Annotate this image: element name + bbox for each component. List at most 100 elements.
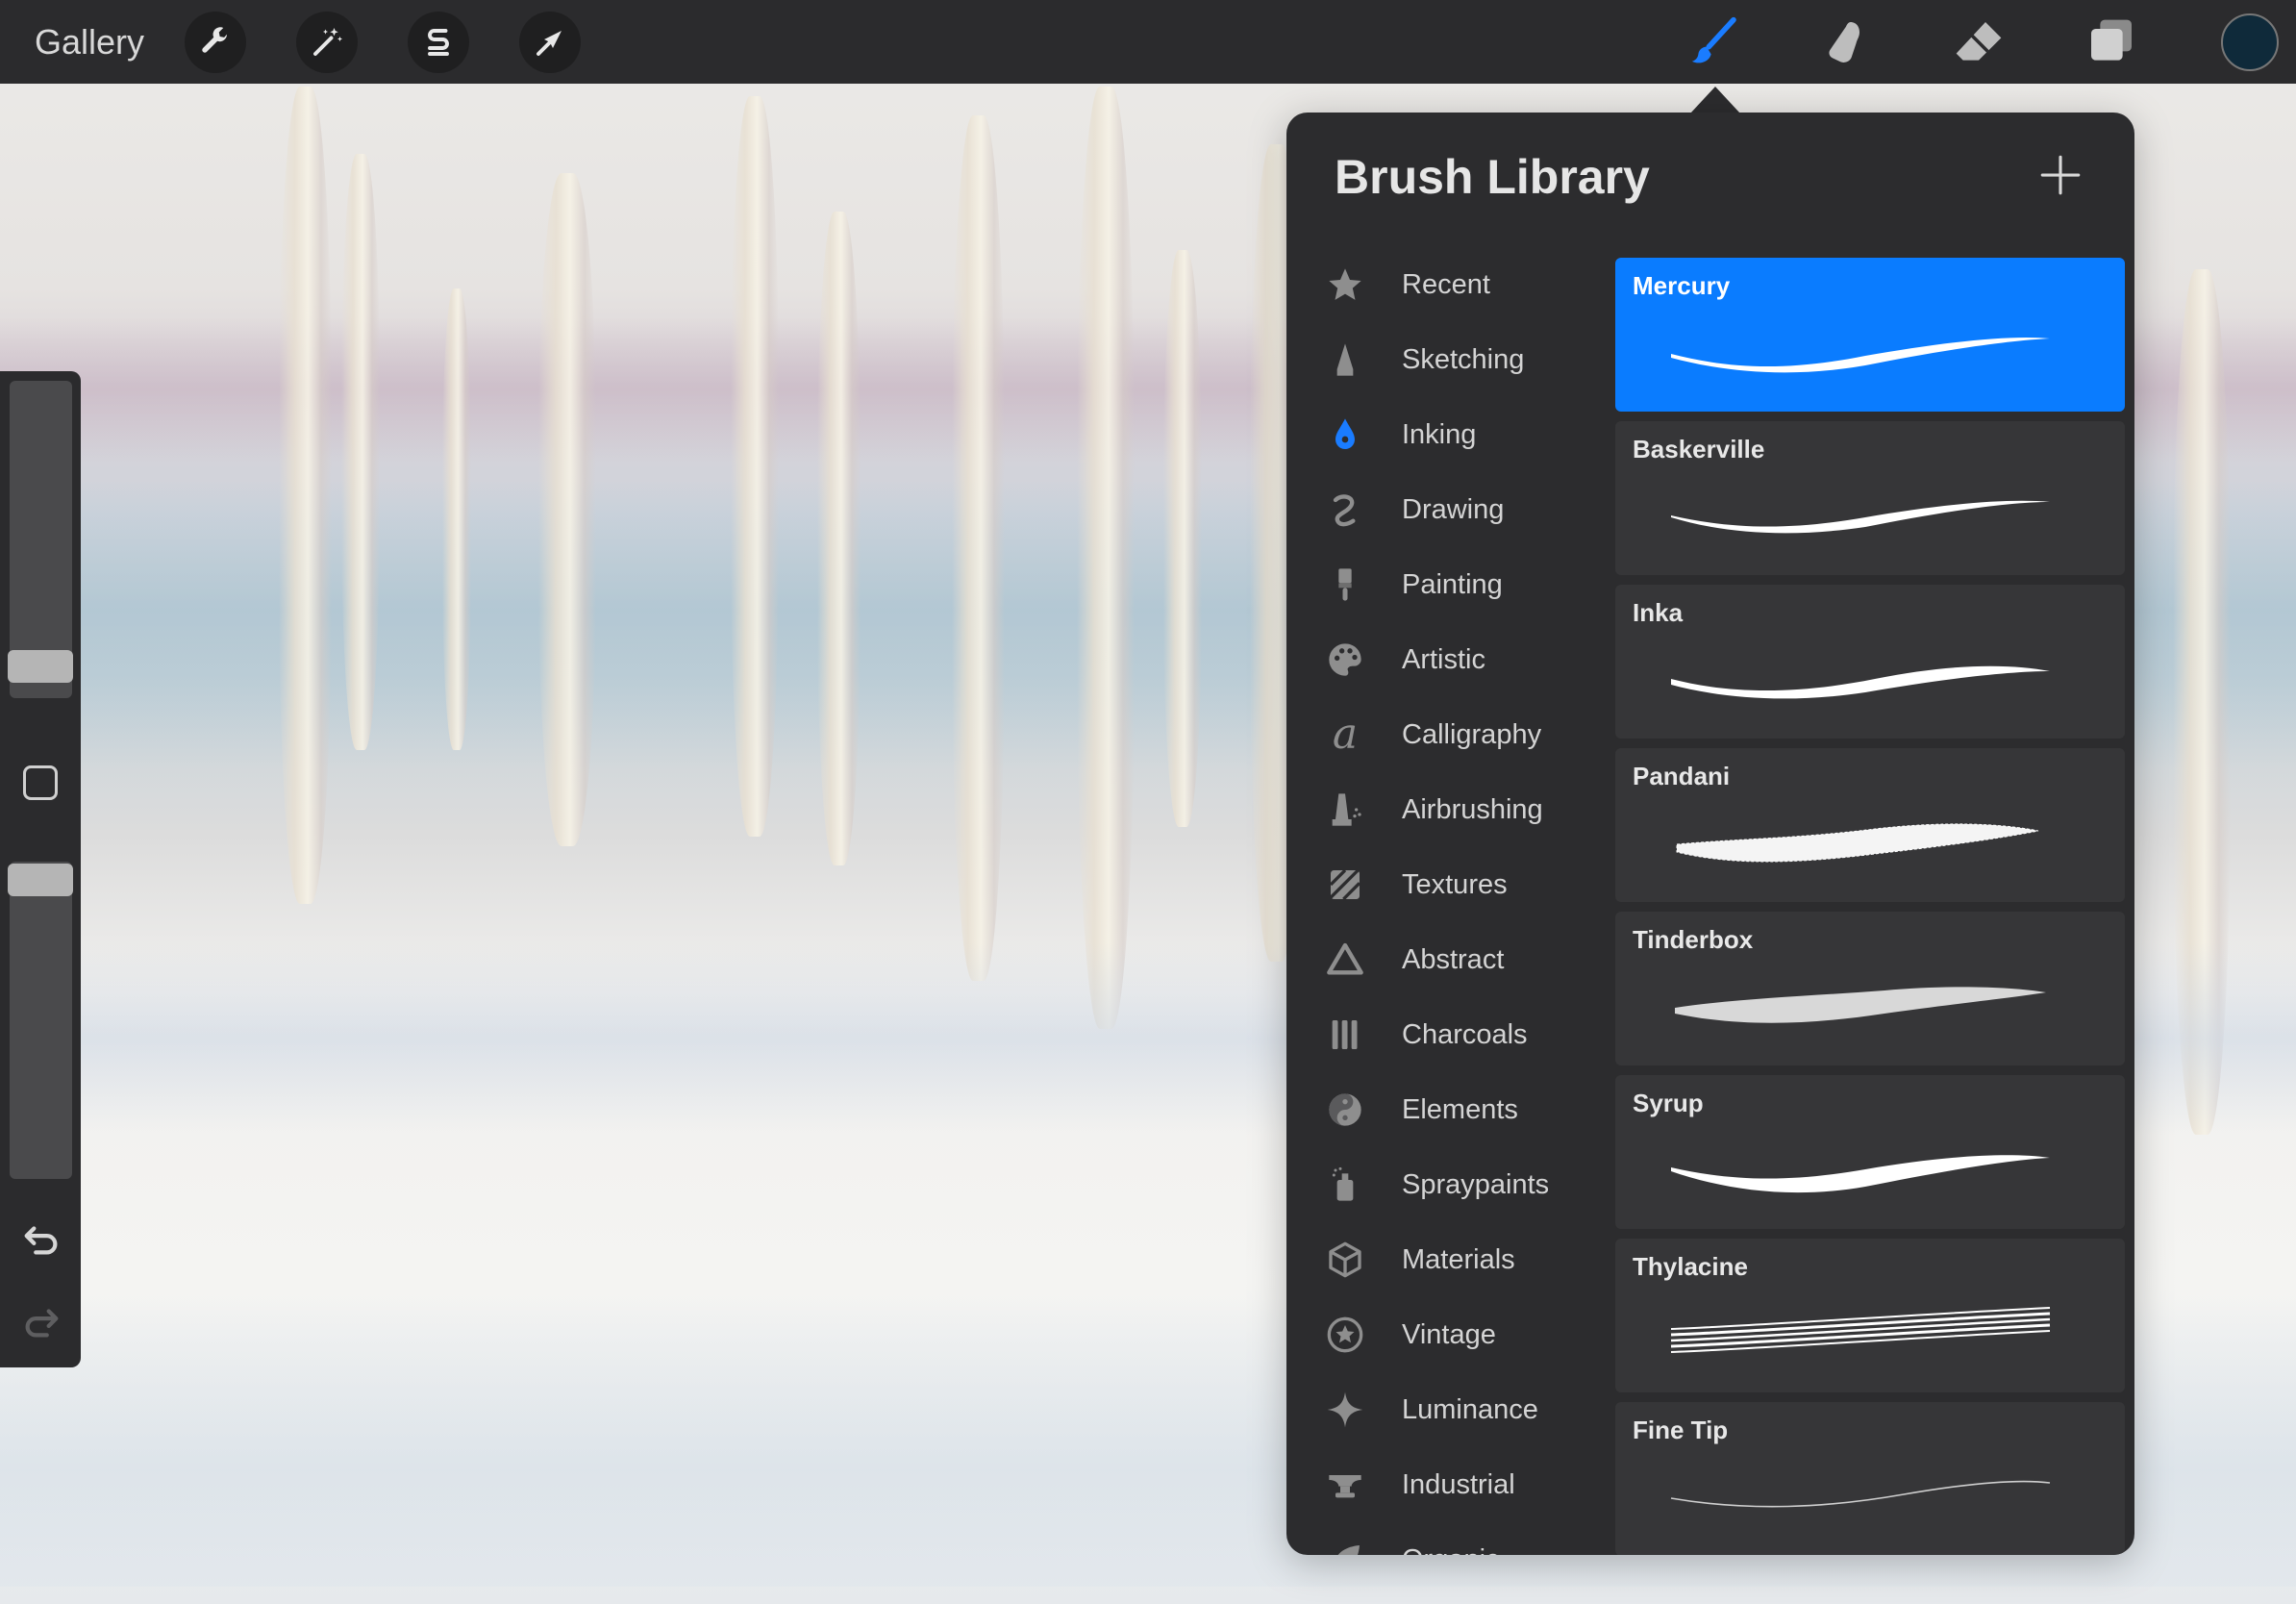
- canvas-tree: [1077, 87, 1135, 1029]
- canvas-tree: [538, 173, 596, 846]
- category-textures[interactable]: Textures: [1286, 847, 1604, 922]
- canvas-tree: [817, 212, 861, 865]
- brush-item-thylacine[interactable]: Thylacine: [1615, 1239, 2125, 1392]
- brush-item-syrup[interactable]: Syrup: [1615, 1075, 2125, 1229]
- brush-opacity-slider[interactable]: [8, 862, 73, 1179]
- canvas-tree: [952, 115, 1005, 981]
- category-abstract[interactable]: Abstract: [1286, 922, 1604, 997]
- selection-button[interactable]: [408, 12, 469, 73]
- layers-icon: [2091, 19, 2132, 61]
- category-label: Luminance: [1402, 1393, 1538, 1425]
- brush-item-pandani[interactable]: Pandani: [1615, 748, 2125, 902]
- brush-name: Baskerville: [1633, 435, 1765, 464]
- category-sketching[interactable]: Sketching: [1286, 322, 1604, 397]
- ink-drop-icon: [1335, 418, 1355, 449]
- category-charcoals[interactable]: Charcoals: [1286, 997, 1604, 1072]
- canvas-tree: [279, 87, 332, 904]
- category-label: Sketching: [1402, 343, 1525, 375]
- category-calligraphy[interactable]: a Calligraphy: [1286, 697, 1604, 772]
- eraser-tool-button[interactable]: [1950, 13, 2008, 71]
- pencil-tip-icon: [1336, 343, 1354, 376]
- brush-size-slider[interactable]: [8, 381, 73, 698]
- adjustments-button[interactable]: [296, 12, 358, 73]
- category-label: Elements: [1402, 1093, 1518, 1125]
- category-label: Vintage: [1402, 1318, 1496, 1350]
- actions-button[interactable]: [185, 12, 246, 73]
- brush-tool-button[interactable]: [1685, 13, 1742, 71]
- category-label: Recent: [1402, 268, 1490, 300]
- category-spraypaints[interactable]: Spraypaints: [1286, 1147, 1604, 1222]
- category-label: Inking: [1402, 418, 1477, 450]
- paintbrush-icon: [1338, 568, 1352, 601]
- add-brush-button[interactable]: [2036, 151, 2084, 199]
- smudge-tool-button[interactable]: [1817, 13, 1875, 71]
- wrench-icon: [202, 27, 227, 53]
- category-label: Materials: [1402, 1243, 1515, 1275]
- yin-yang-icon: [1329, 1093, 1361, 1126]
- brush-icon: [1691, 16, 1736, 63]
- category-elements[interactable]: Elements: [1286, 1072, 1604, 1147]
- gallery-button[interactable]: Gallery: [35, 0, 144, 84]
- category-vintage[interactable]: Vintage: [1286, 1297, 1604, 1372]
- left-sidebar: [0, 371, 81, 1367]
- brush-stroke-preview: [1671, 337, 2050, 373]
- category-luminance[interactable]: Luminance: [1286, 1372, 1604, 1447]
- category-airbrushing[interactable]: Airbrushing: [1286, 772, 1604, 847]
- smudge-finger-icon: [1829, 22, 1859, 63]
- layers-button[interactable]: [2083, 13, 2140, 71]
- color-picker-button[interactable]: [2221, 13, 2279, 71]
- brush-opacity-thumb[interactable]: [8, 864, 73, 896]
- triangle-icon: [1327, 942, 1363, 975]
- anvil-icon: [1329, 1475, 1361, 1498]
- modify-button[interactable]: [23, 765, 58, 800]
- brush-item-fine-tip[interactable]: Fine Tip: [1615, 1402, 2125, 1555]
- calligraphy-a-icon: a: [1332, 710, 1359, 759]
- category-label: Organic: [1402, 1544, 1500, 1556]
- category-organic[interactable]: Organic: [1286, 1522, 1604, 1555]
- spray-can-icon: [1332, 1166, 1354, 1201]
- magic-wand-icon: [313, 28, 343, 56]
- canvas-tree: [341, 154, 380, 750]
- category-industrial[interactable]: Industrial: [1286, 1447, 1604, 1522]
- category-label: Drawing: [1402, 493, 1505, 525]
- transform-button[interactable]: [519, 12, 581, 73]
- category-label: Charcoals: [1402, 1018, 1528, 1050]
- brush-stroke-preview: [1670, 1480, 2051, 1508]
- brush-item-tinderbox[interactable]: Tinderbox: [1615, 912, 2125, 1065]
- brush-name: Thylacine: [1633, 1252, 1748, 1281]
- palette-icon: [1329, 643, 1361, 676]
- star-icon: [1329, 268, 1361, 300]
- brush-item-baskerville[interactable]: Baskerville: [1615, 421, 2125, 575]
- airbrush-icon: [1332, 793, 1361, 826]
- brush-name: Fine Tip: [1633, 1416, 1729, 1444]
- undo-icon[interactable]: [19, 1217, 63, 1262]
- brush-stroke-preview: [1671, 665, 2050, 699]
- category-recent[interactable]: Recent: [1286, 247, 1604, 322]
- category-painting[interactable]: Painting: [1286, 547, 1604, 622]
- canvas-tree: [442, 288, 471, 750]
- eraser-icon: [1956, 22, 2002, 61]
- category-label: Textures: [1402, 868, 1508, 900]
- brush-size-thumb[interactable]: [8, 650, 73, 683]
- category-inking[interactable]: Inking: [1286, 397, 1604, 472]
- brush-stroke-preview: [1671, 500, 2050, 534]
- brush-library-panel: Brush Library Recent Sketching Inking Dr…: [1286, 113, 2134, 1555]
- category-label: Spraypaints: [1402, 1168, 1550, 1200]
- brush-name: Inka: [1633, 598, 1684, 627]
- category-artistic[interactable]: Artistic: [1286, 622, 1604, 697]
- hatch-texture-icon: [1329, 868, 1361, 901]
- redo-icon[interactable]: [19, 1300, 63, 1344]
- brush-library-title: Brush Library: [1335, 150, 1650, 204]
- brush-stroke-preview: [1670, 1307, 2051, 1353]
- star-badge-icon: [1327, 1316, 1363, 1353]
- brush-stroke-preview: [1676, 823, 2039, 863]
- brush-name: Pandani: [1633, 762, 1731, 790]
- cube-icon: [1329, 1241, 1361, 1278]
- category-drawing[interactable]: Drawing: [1286, 472, 1604, 547]
- brush-name: Tinderbox: [1633, 925, 1754, 954]
- brush-name: Mercury: [1633, 271, 1731, 300]
- leaf-icon: [1337, 1545, 1360, 1555]
- brush-item-mercury[interactable]: Mercury: [1615, 258, 2125, 412]
- category-materials[interactable]: Materials: [1286, 1222, 1604, 1297]
- brush-item-inka[interactable]: Inka: [1615, 585, 2125, 739]
